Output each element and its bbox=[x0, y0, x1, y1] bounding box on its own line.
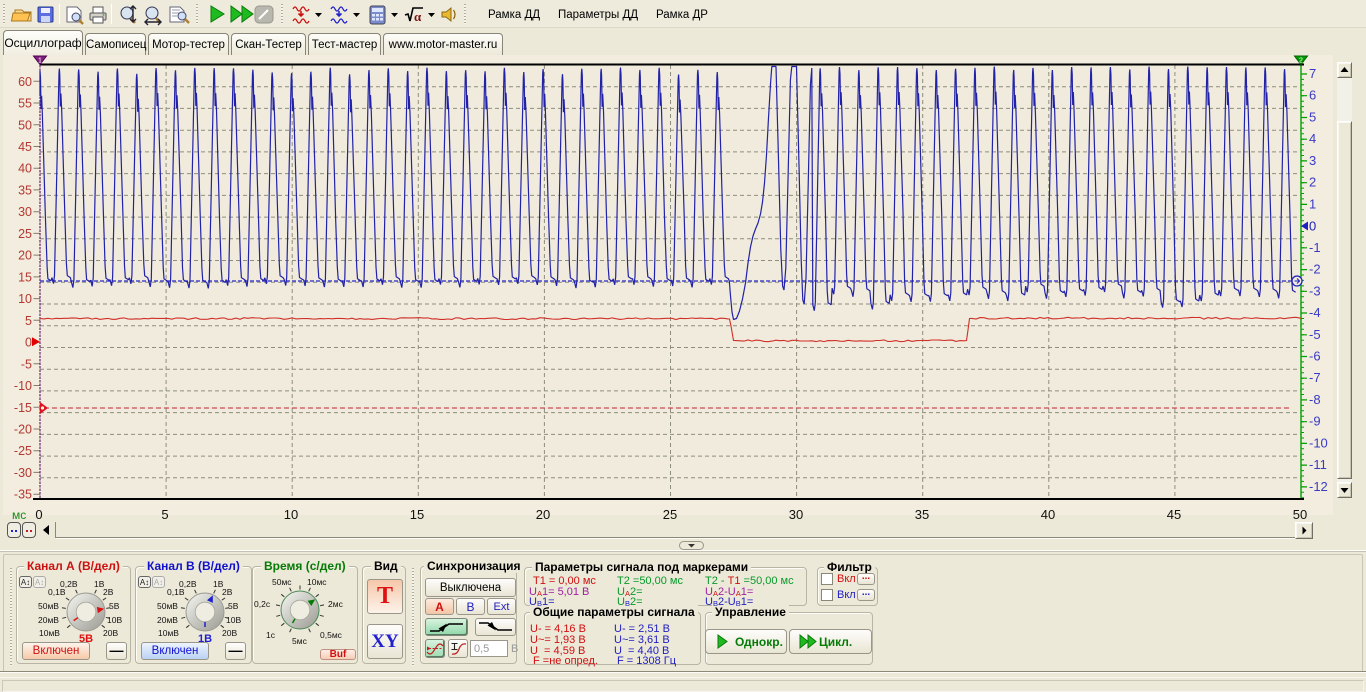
svg-text:-3: -3 bbox=[1309, 283, 1321, 298]
svg-text:3: 3 bbox=[1309, 153, 1316, 168]
svg-text:-11: -11 bbox=[1309, 457, 1327, 472]
svg-text:-25: -25 bbox=[14, 444, 32, 458]
svg-text:-1: -1 bbox=[1309, 240, 1321, 255]
svg-text:-20: -20 bbox=[14, 423, 32, 437]
svg-text:30: 30 bbox=[789, 507, 803, 522]
svg-text:5: 5 bbox=[161, 507, 168, 522]
svg-text:-2: -2 bbox=[1309, 262, 1321, 277]
svg-text:35: 35 bbox=[18, 183, 32, 197]
svg-text:5: 5 bbox=[1309, 110, 1316, 125]
svg-text:45: 45 bbox=[1167, 507, 1181, 522]
svg-text:10: 10 bbox=[284, 507, 298, 522]
svg-text:55: 55 bbox=[18, 97, 32, 111]
svg-text:-30: -30 bbox=[14, 466, 32, 480]
svg-text:4: 4 bbox=[1309, 131, 1316, 146]
svg-text:-35: -35 bbox=[14, 488, 32, 502]
svg-text:40: 40 bbox=[18, 162, 32, 176]
svg-text:5: 5 bbox=[25, 314, 32, 328]
svg-text:0: 0 bbox=[1309, 219, 1316, 234]
svg-text:-10: -10 bbox=[1309, 435, 1328, 450]
svg-text:0: 0 bbox=[35, 507, 42, 522]
svg-text:-7: -7 bbox=[1309, 370, 1321, 385]
svg-text:2: 2 bbox=[1299, 58, 1303, 65]
svg-text:α: α bbox=[414, 9, 422, 24]
svg-text:1: 1 bbox=[1309, 196, 1316, 211]
svg-text:-5: -5 bbox=[21, 357, 32, 371]
svg-text:10: 10 bbox=[18, 292, 32, 306]
svg-text:45: 45 bbox=[18, 140, 32, 154]
svg-text:50: 50 bbox=[18, 118, 32, 132]
svg-text:35: 35 bbox=[915, 507, 929, 522]
svg-text:50: 50 bbox=[1293, 507, 1307, 522]
svg-text:40: 40 bbox=[1041, 507, 1055, 522]
svg-text:20: 20 bbox=[18, 249, 32, 263]
svg-text:60: 60 bbox=[18, 75, 32, 89]
svg-text:-12: -12 bbox=[1309, 479, 1328, 494]
svg-text:7: 7 bbox=[1309, 66, 1316, 81]
svg-text:-15: -15 bbox=[14, 401, 32, 415]
svg-text:25: 25 bbox=[18, 227, 32, 241]
svg-text:-9: -9 bbox=[1309, 414, 1321, 429]
svg-text:15: 15 bbox=[18, 270, 32, 284]
svg-text:15: 15 bbox=[410, 507, 424, 522]
svg-text:30: 30 bbox=[18, 205, 32, 219]
svg-text:-4: -4 bbox=[1309, 305, 1321, 320]
svg-text:1: 1 bbox=[38, 58, 42, 65]
svg-text:6: 6 bbox=[1309, 88, 1316, 103]
svg-text:0: 0 bbox=[25, 336, 32, 350]
svg-text:20: 20 bbox=[536, 507, 550, 522]
svg-text:-8: -8 bbox=[1309, 392, 1321, 407]
svg-text:-10: -10 bbox=[14, 379, 32, 393]
svg-text:2: 2 bbox=[1309, 175, 1316, 190]
svg-text:25: 25 bbox=[663, 507, 677, 522]
svg-text:мс: мс bbox=[12, 508, 26, 522]
svg-text:-5: -5 bbox=[1309, 327, 1321, 342]
svg-text:-6: -6 bbox=[1309, 349, 1321, 364]
